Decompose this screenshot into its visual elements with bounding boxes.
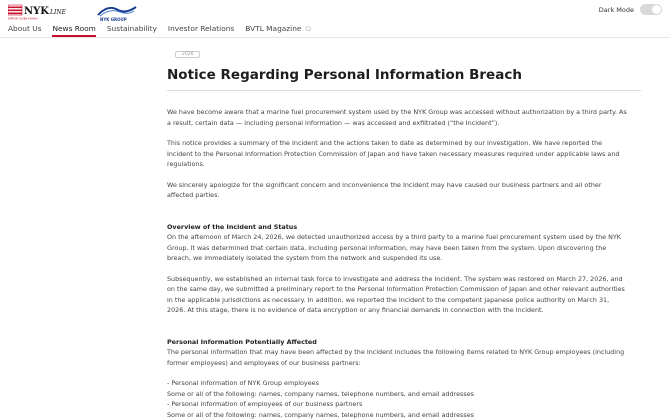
nav-item-investor-relations[interactable]: Investor Relations	[168, 24, 234, 37]
nav-item-sustainability[interactable]: Sustainability	[107, 24, 157, 37]
overview-paragraph-2: Subsequently, we established an internal…	[167, 274, 627, 316]
nav-item-about-us[interactable]: About Us	[8, 24, 41, 37]
svg-text:LINE: LINE	[49, 9, 67, 16]
dark-mode-control: Dark Mode	[599, 4, 662, 15]
main-nav: About Us News Room Sustainability Invest…	[8, 24, 312, 37]
svg-text:NIPPON YUSEN KAISHA: NIPPON YUSEN KAISHA	[8, 17, 38, 21]
list-item: - Personal information of employees of o…	[167, 399, 627, 410]
nav-item-news-room[interactable]: News Room	[52, 24, 95, 37]
intro-paragraph-1: We have become aware that a marine fuel …	[167, 107, 627, 128]
list-item-detail: Some or all of the following: names, com…	[167, 389, 627, 400]
intro-paragraph-2: This notice provides a summary of the In…	[167, 138, 627, 170]
nav-item-bvtl-magazine[interactable]: BVTL Magazine🗨	[245, 24, 312, 37]
intro-paragraph-3: We sincerely apologize for the significa…	[167, 180, 627, 201]
site-header: NYK LINE NIPPON YUSEN KAISHA NYK GROUP D…	[0, 0, 670, 38]
dark-mode-label: Dark Mode	[599, 6, 634, 14]
section-heading-overview: Overview of the Incident and Status	[167, 222, 627, 233]
nyk-group-logo[interactable]: NYK GROUP	[94, 2, 140, 22]
page-title: Notice Regarding Personal Information Br…	[167, 67, 627, 84]
article: 2026 Notice Regarding Personal Informati…	[167, 40, 627, 420]
nav-item-bvtl-magazine-label: BVTL Magazine	[245, 24, 301, 33]
toggle-knob	[652, 5, 661, 14]
title-divider	[167, 90, 641, 91]
overview-paragraph-1: On the afternoon of March 24, 2026, we d…	[167, 232, 627, 264]
svg-text:NYK GROUP: NYK GROUP	[100, 17, 127, 22]
list-item-detail: Some or all of the following: names, com…	[167, 410, 627, 420]
section-heading-affected: Personal Information Potentially Affecte…	[167, 337, 627, 348]
dark-mode-toggle[interactable]	[640, 4, 662, 15]
speech-bubble-icon: 🗨	[304, 26, 312, 33]
article-tag: 2026	[175, 51, 200, 58]
affected-paragraph-1: The personal information that may have b…	[167, 347, 627, 368]
nyk-line-logo[interactable]: NYK LINE NIPPON YUSEN KAISHA	[8, 4, 88, 21]
svg-text:NYK: NYK	[24, 6, 49, 17]
